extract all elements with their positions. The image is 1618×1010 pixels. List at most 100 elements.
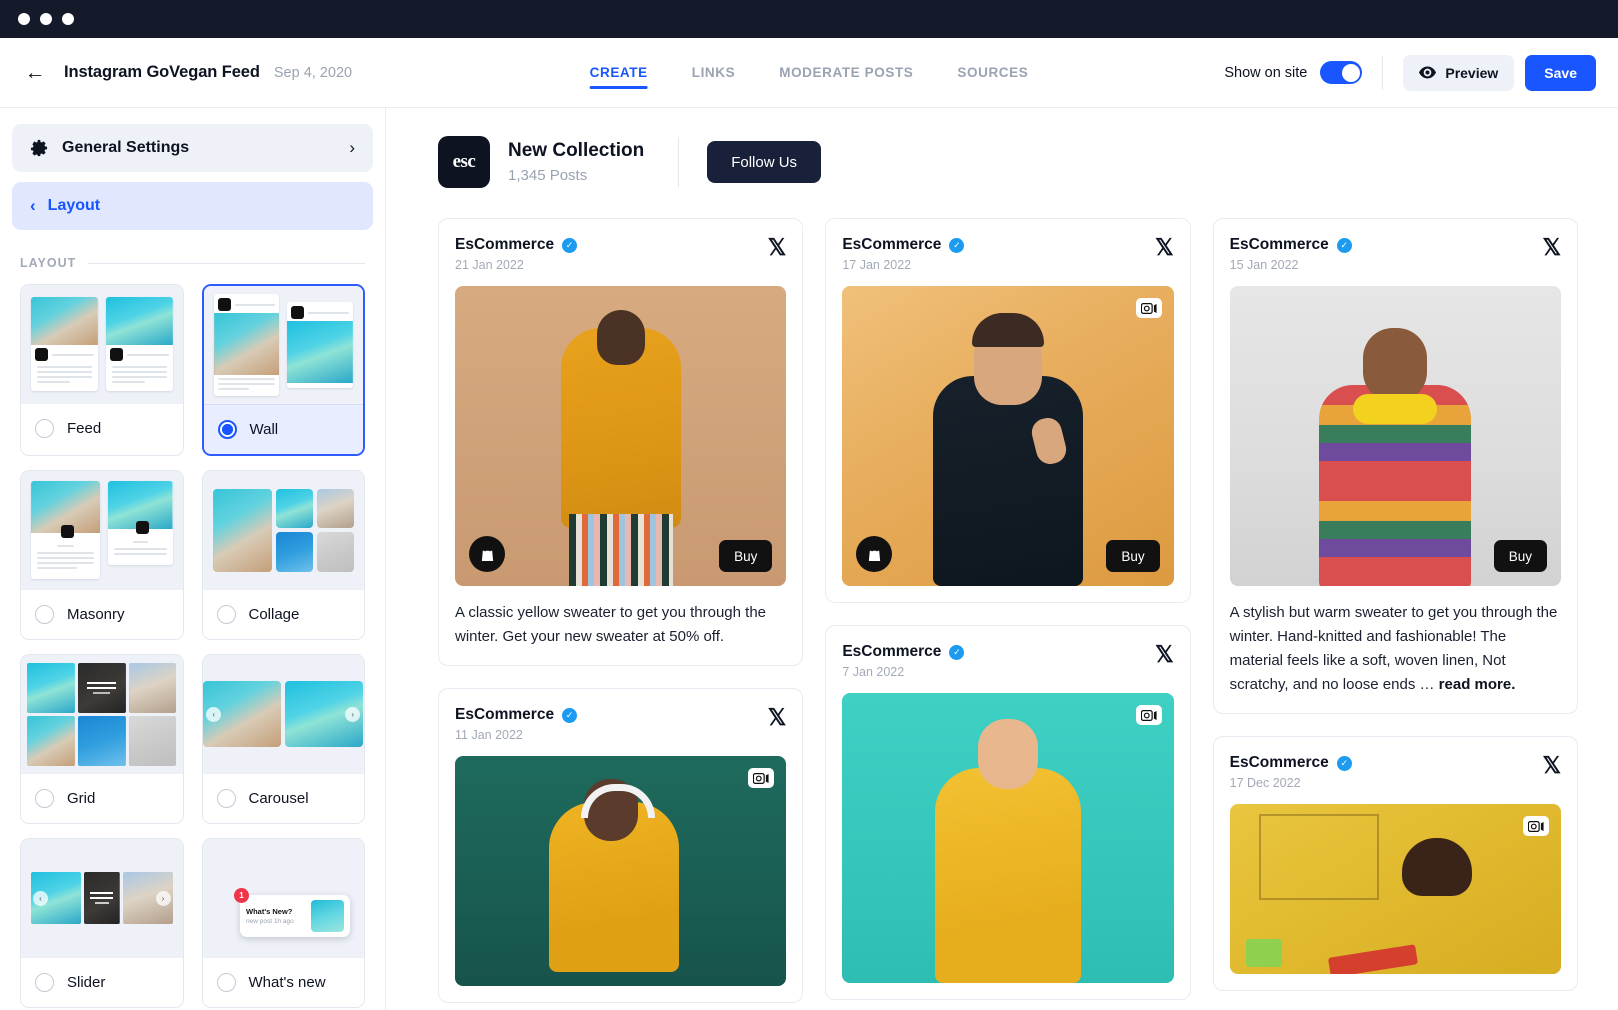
slider-next-icon[interactable]: ›: [155, 891, 171, 906]
post-media[interactable]: Buy: [455, 286, 787, 586]
preview-button-label: Preview: [1445, 64, 1499, 81]
x-twitter-icon[interactable]: 𝕏: [768, 706, 787, 729]
radio-whats-new[interactable]: [216, 973, 236, 992]
post-media[interactable]: [842, 693, 1174, 983]
buy-button[interactable]: Buy: [1106, 540, 1160, 572]
preview-button[interactable]: Preview: [1403, 54, 1515, 91]
x-twitter-icon[interactable]: 𝕏: [1155, 643, 1174, 666]
brand-meta: New Collection 1,345 Posts: [508, 140, 644, 184]
avatar: [35, 348, 48, 361]
layout-label-collage: Collage: [248, 606, 300, 623]
layout-option-slider[interactable]: ‹ › Slider: [20, 838, 184, 1008]
radio-feed[interactable]: [35, 419, 54, 438]
x-twitter-icon[interactable]: 𝕏: [768, 236, 787, 259]
layout-section-title: LAYOUT: [20, 256, 77, 270]
carousel-media-icon: [748, 768, 775, 788]
carousel-glyph: [1527, 820, 1544, 832]
window-dot-minimize[interactable]: [40, 13, 52, 25]
post-card[interactable]: EsCommerce ✓ 11 Jan 2022 𝕏: [438, 688, 804, 1003]
buy-button[interactable]: Buy: [1493, 540, 1547, 572]
layout-preview-whats-new: 1 What's New? new post 1h ago: [202, 839, 364, 957]
layout-thumb: [213, 294, 280, 396]
tab-moderate-posts[interactable]: MODERATE POSTS: [779, 38, 913, 107]
show-on-site-toggle[interactable]: [1320, 61, 1363, 84]
verified-badge-icon: ✓: [949, 644, 965, 660]
layout-thumb: [84, 872, 120, 924]
shopping-bag-icon[interactable]: [469, 536, 505, 572]
layout-option-carousel[interactable]: ‹ › Carousel: [201, 654, 365, 824]
layout-label-wall: Wall: [249, 421, 279, 438]
x-twitter-icon[interactable]: 𝕏: [1542, 236, 1561, 259]
sidebar-item-general-settings[interactable]: General Settings ›: [12, 124, 373, 172]
post-media[interactable]: [455, 756, 787, 986]
buy-button[interactable]: Buy: [719, 540, 773, 572]
posts-column-3: EsCommerce ✓ 15 Jan 2022 𝕏 Buy A stylish…: [1212, 218, 1578, 1003]
posts-masonry: EsCommerce ✓ 21 Jan 2022 𝕏 Buy A classic…: [438, 218, 1578, 1003]
tab-sources[interactable]: SOURCES: [957, 38, 1028, 107]
gear-icon: [30, 139, 48, 157]
layout-preview-collage: [202, 471, 364, 589]
layout-option-wall[interactable]: Wall: [201, 284, 365, 456]
sidebar-item-layout[interactable]: ‹ Layout: [12, 182, 373, 230]
layout-option-masonry[interactable]: Masonry: [20, 470, 184, 640]
layout-thumb: [31, 481, 101, 579]
bag-glyph: [868, 546, 880, 562]
radio-slider[interactable]: [35, 973, 54, 992]
layout-thumb: ›: [285, 681, 364, 747]
post-media[interactable]: Buy: [842, 286, 1174, 586]
radio-wall[interactable]: [217, 420, 237, 439]
back-arrow-icon[interactable]: ←: [22, 60, 48, 86]
avatar: [136, 521, 150, 534]
radio-masonry[interactable]: [35, 605, 54, 624]
radio-grid[interactable]: [35, 789, 54, 808]
layout-option-collage[interactable]: Collage: [201, 470, 365, 640]
avatar: [291, 306, 305, 319]
window-dot-close[interactable]: [18, 13, 30, 25]
x-twitter-icon[interactable]: 𝕏: [1542, 754, 1561, 777]
carousel-media-icon: [1135, 298, 1162, 318]
verified-badge-icon: ✓: [1336, 755, 1352, 771]
avatar: [61, 525, 74, 538]
carousel-glyph: [1140, 302, 1157, 314]
post-card[interactable]: EsCommerce ✓ 7 Jan 2022 𝕏: [825, 625, 1191, 1000]
app-toolbar: ← Instagram GoVegan Feed Sep 4, 2020 CRE…: [0, 38, 1618, 108]
save-button[interactable]: Save: [1525, 54, 1596, 91]
window-titlebar: [0, 0, 1618, 38]
read-more-link[interactable]: read more.: [1439, 676, 1516, 693]
notification-badge: 1: [234, 888, 249, 903]
post-date: 21 Jan 2022: [455, 258, 524, 272]
tab-links[interactable]: LINKS: [692, 38, 736, 107]
carousel-glyph: [1140, 709, 1157, 721]
layout-label-masonry: Masonry: [67, 606, 125, 623]
slider-prev-icon[interactable]: ‹: [33, 891, 48, 906]
post-author-name: EsCommerce: [455, 706, 555, 723]
settings-sidebar: General Settings › ‹ Layout LAYOUT Feed …: [0, 108, 386, 1010]
post-author-name: EsCommerce: [455, 236, 555, 253]
radio-collage[interactable]: [216, 605, 236, 624]
bag-glyph: [481, 546, 493, 562]
post-card[interactable]: EsCommerce ✓ 21 Jan 2022 𝕏 Buy A classic…: [438, 218, 804, 666]
radio-carousel[interactable]: [216, 789, 236, 808]
posts-column-2: EsCommerce ✓ 17 Jan 2022 𝕏 Buy EsCommerc…: [825, 218, 1191, 1003]
post-header: EsCommerce ✓ 17 Jan 2022 𝕏: [842, 236, 1174, 273]
post-header: EsCommerce ✓ 17 Dec 2022 𝕏: [1230, 754, 1561, 791]
post-card[interactable]: EsCommerce ✓ 17 Jan 2022 𝕏 Buy: [825, 218, 1191, 603]
post-header: EsCommerce ✓ 7 Jan 2022 𝕏: [842, 643, 1174, 680]
window-dot-maximize[interactable]: [62, 13, 74, 25]
toolbar-actions: Show on site Preview Save: [1224, 54, 1596, 91]
chevron-left-icon: ‹: [30, 196, 36, 215]
layout-preview-masonry: [21, 471, 183, 589]
layout-option-whats-new[interactable]: 1 What's New? new post 1h ago What's new: [201, 838, 365, 1008]
post-media[interactable]: Buy: [1229, 286, 1561, 586]
post-card[interactable]: EsCommerce ✓ 15 Jan 2022 𝕏 Buy A stylish…: [1212, 218, 1578, 714]
follow-us-button[interactable]: Follow Us: [707, 141, 822, 183]
tab-create[interactable]: CREATE: [589, 38, 648, 107]
post-media[interactable]: [1229, 804, 1561, 974]
layout-label-whats-new: What's new: [248, 974, 326, 991]
post-card[interactable]: EsCommerce ✓ 17 Dec 2022 𝕏: [1212, 736, 1578, 991]
toolbar-divider: [1382, 55, 1384, 90]
layout-option-grid[interactable]: Grid: [20, 654, 184, 824]
layout-option-feed[interactable]: Feed: [20, 284, 184, 456]
layout-thumb: [105, 297, 173, 391]
x-twitter-icon[interactable]: 𝕏: [1155, 236, 1174, 259]
